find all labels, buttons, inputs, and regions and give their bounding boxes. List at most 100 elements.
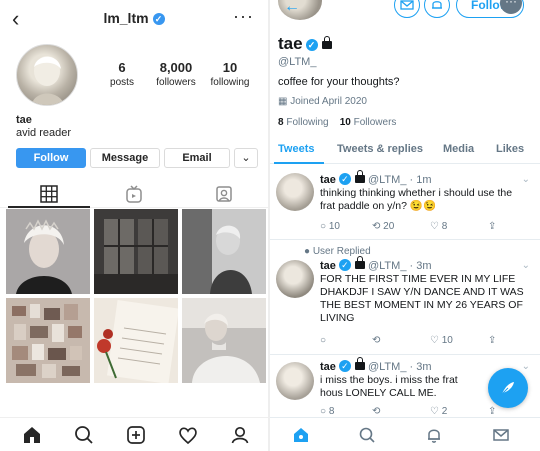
home-icon[interactable] — [292, 426, 310, 444]
tweet-avatar[interactable] — [276, 173, 314, 211]
post-thumbnail[interactable] — [182, 209, 266, 294]
tweet-text: FOR THE FIRST TIME EVER IN MY LIFE DHAKD… — [320, 273, 524, 324]
post-thumbnail[interactable] — [6, 298, 90, 383]
active-tab-indicator — [8, 206, 90, 208]
following-label[interactable]: Following — [286, 117, 328, 128]
chevron-down-icon[interactable]: ⌄ — [522, 174, 530, 185]
profile-avatar[interactable] — [16, 44, 78, 106]
tweet-meta: tae ✓ @LTM_ · 3m — [320, 357, 432, 373]
tab-likes[interactable]: Likes — [496, 143, 524, 155]
followers-label[interactable]: Followers — [354, 117, 397, 128]
bell-plus-icon — [432, 1, 442, 9]
profile-icon[interactable] — [229, 424, 251, 446]
verified-badge-icon: ✓ — [305, 39, 318, 51]
search-icon[interactable] — [358, 426, 376, 444]
post-thumbnail[interactable] — [6, 209, 90, 294]
profile-name: tae ✓ — [278, 34, 332, 54]
profile-actions: Follow Message Email ⌄ — [16, 148, 258, 168]
followers-count[interactable]: 10 — [340, 117, 351, 128]
reply-action[interactable]: ○ 10 — [320, 221, 340, 232]
chevron-down-icon[interactable]: ⌄ — [522, 260, 530, 271]
profile-bio: avid reader — [16, 127, 72, 139]
email-button[interactable]: Email — [164, 148, 230, 168]
tweet-author: tae — [320, 174, 336, 186]
followers-label: followers — [156, 77, 196, 88]
tweet-author: tae — [320, 260, 336, 272]
reply-context-icon: ● — [304, 246, 311, 257]
message-icon[interactable] — [394, 0, 420, 18]
lock-icon — [354, 256, 365, 269]
more-options-icon[interactable]: ··· — [233, 6, 254, 27]
username-text: lm_ltm — [103, 10, 149, 26]
reply-action[interactable]: ○ 8 — [320, 406, 334, 417]
lock-icon — [321, 36, 332, 49]
new-post-icon[interactable] — [125, 424, 147, 446]
igtv-icon[interactable] — [124, 184, 144, 204]
following-stat[interactable]: 10 following — [204, 60, 256, 88]
compose-tweet-button[interactable] — [488, 368, 528, 408]
like-count: 8 — [441, 221, 448, 232]
posts-stat[interactable]: 6 posts — [96, 60, 148, 88]
profile-tabs — [0, 180, 268, 208]
profile-stats: 6 posts 8,000 followers 10 following — [96, 60, 256, 88]
tweet-item[interactable]: ● User Replied tae ✓ @LTM_ · 3m ⌄ FOR THE… — [270, 241, 540, 355]
notify-bell-icon[interactable] — [424, 0, 450, 18]
tweet-item[interactable]: tae ✓ @LTM_ · 1m ⌄ thinking thinking whet… — [270, 165, 540, 240]
tagged-icon[interactable] — [214, 184, 234, 204]
followers-stat[interactable]: 8,000 followers — [150, 60, 202, 88]
posts-label: posts — [110, 77, 134, 88]
retweet-action[interactable]: ⟲ — [372, 406, 380, 417]
reply-action[interactable]: ○ — [320, 335, 326, 346]
chevron-down-icon[interactable]: ⌄ — [522, 361, 530, 372]
share-icon[interactable]: ⇪ — [488, 335, 496, 346]
joined-date: ▦ Joined April 2020 — [278, 96, 367, 107]
tab-tweets[interactable]: Tweets — [278, 143, 314, 155]
tweet-handle-time: @LTM_ · 1m — [367, 174, 432, 186]
messages-icon[interactable] — [492, 426, 510, 444]
post-thumbnail[interactable] — [182, 298, 266, 383]
heart-icon[interactable] — [177, 424, 199, 446]
share-icon[interactable]: ⇪ — [488, 221, 496, 232]
like-action[interactable]: ♡ 10 — [430, 335, 453, 346]
tab-tweets-replies[interactable]: Tweets & replies — [337, 143, 423, 155]
reply-count: 10 — [328, 221, 340, 232]
following-count: 10 — [222, 60, 238, 75]
profile-display-name: tae — [16, 114, 32, 126]
suggested-accounts-dropdown[interactable]: ⌄ — [234, 148, 258, 168]
grid-icon[interactable] — [39, 184, 59, 204]
tweet-actions: ○ 10 ⟲ 20 ♡ 8 ⇪ — [320, 221, 520, 233]
tweet-avatar[interactable] — [276, 362, 314, 400]
like-action[interactable]: ♡ 2 — [430, 406, 447, 417]
search-icon[interactable] — [73, 424, 95, 446]
retweet-icon: ⟲ — [372, 335, 381, 346]
profile-bio: coffee for your thoughts? — [278, 76, 400, 88]
following-label: following — [210, 77, 250, 88]
like-action[interactable]: ♡ 8 — [430, 221, 447, 232]
twitter-bottom-nav — [270, 417, 540, 451]
heart-icon: ♡ — [430, 335, 439, 346]
share-icon[interactable]: ⇪ — [488, 406, 496, 417]
following-count[interactable]: 8 — [278, 117, 284, 128]
tweet-text: thinking thinking whether i should use t… — [320, 187, 513, 212]
retweet-action[interactable]: ⟲ — [372, 335, 380, 346]
follow-button[interactable]: Follow — [16, 148, 86, 168]
tab-media[interactable]: Media — [443, 143, 474, 155]
like-count: 10 — [441, 335, 453, 346]
user-replied-text: User Replied — [312, 246, 371, 257]
tweet-handle-time: @LTM_ · 3m — [367, 361, 432, 373]
tweet-text: i miss the boys. i miss the frat hous LO… — [320, 374, 458, 399]
profile-username: lm_ltm ✓ — [0, 10, 268, 26]
verified-badge-icon: ✓ — [338, 259, 351, 271]
profile-tabs: Tweets Tweets & replies Media Likes — [270, 136, 540, 164]
post-thumbnail[interactable] — [94, 298, 178, 383]
back-arrow-icon[interactable]: ← — [284, 0, 300, 16]
notifications-icon[interactable] — [425, 426, 443, 444]
tweet-avatar[interactable] — [276, 260, 314, 298]
home-icon[interactable] — [21, 424, 43, 446]
message-button[interactable]: Message — [90, 148, 160, 168]
reply-icon: ○ — [320, 335, 327, 346]
lock-icon — [354, 170, 365, 183]
retweet-action[interactable]: ⟲ 20 — [372, 221, 394, 232]
post-thumbnail[interactable] — [94, 209, 178, 294]
retweet-count: 20 — [383, 221, 395, 232]
